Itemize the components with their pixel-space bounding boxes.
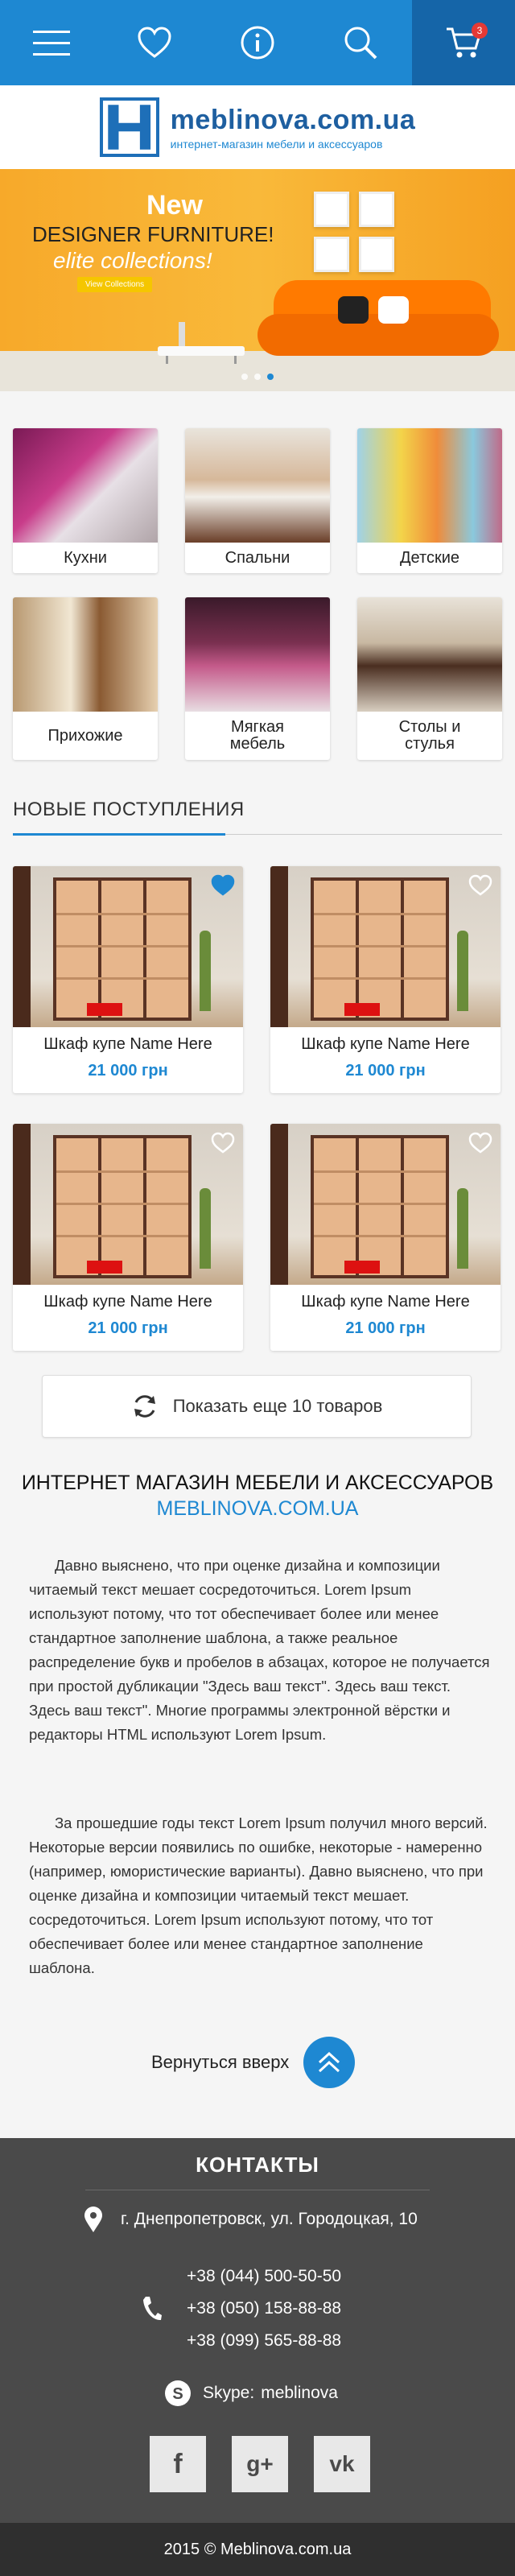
show-more-button[interactable]: Показать еще 10 товаров <box>42 1375 472 1438</box>
phone-number[interactable]: +38 (099) 565-88-88 <box>187 2325 341 2357</box>
carousel-dots <box>241 374 274 380</box>
section-divider-accent <box>13 833 225 836</box>
info-icon <box>241 26 274 60</box>
banner-title: DESIGNER FURNITURE! <box>32 222 274 246</box>
category-hallways[interactable]: Прихожие <box>13 597 158 760</box>
product-card[interactable]: Шкаф купе Name Here 21 000 грн <box>270 1124 501 1351</box>
about-paragraph: Давно выяснено, что при оценке дизайна и… <box>29 1557 490 1743</box>
about-site: MEBLINOVA.COM.UA <box>156 1497 359 1520</box>
footer-title: КОНТАКТЫ <box>196 2153 319 2177</box>
favorite-heart-icon[interactable] <box>468 874 492 897</box>
product-image <box>13 1124 243 1285</box>
wall-frame <box>314 237 349 272</box>
product-name[interactable]: Шкаф купе Name Here <box>13 1035 243 1054</box>
category-label: Кухни <box>64 548 107 567</box>
category-kitchens[interactable]: Кухни <box>13 428 158 573</box>
section-title: НОВЫЕ ПОСТУПЛЕНИЯ <box>13 799 245 820</box>
product-price: 21 000 грн <box>345 1319 426 1337</box>
product-name[interactable]: Шкаф купе Name Here <box>270 1035 501 1054</box>
favorites-button[interactable] <box>103 0 206 85</box>
about-title: ИНТЕРНЕТ МАГАЗИН МЕБЕЛИ И АКСЕССУАРОВ <box>21 1472 494 1494</box>
back-to-top[interactable]: Вернуться вверх <box>151 2037 356 2088</box>
carousel-dot[interactable] <box>241 374 248 380</box>
carousel-dot-active[interactable] <box>267 374 274 380</box>
product-image <box>13 866 243 1027</box>
hero-banner[interactable]: New DESIGNER FURNITURE! elite collection… <box>0 169 515 391</box>
skype-icon: S <box>165 2380 191 2406</box>
category-label: Прихожие <box>47 726 123 745</box>
top-bar: 3 <box>0 0 515 85</box>
category-image <box>357 597 502 712</box>
product-price: 21 000 грн <box>345 1062 426 1080</box>
product-price: 21 000 грн <box>88 1062 168 1080</box>
category-label: Мягкая мебель <box>229 718 286 753</box>
search-icon <box>344 27 377 60</box>
logo[interactable]: meblinova.com.ua интернет-магазин мебели… <box>0 85 515 169</box>
carousel-dot[interactable] <box>254 374 261 380</box>
heart-icon <box>138 27 171 58</box>
product-image <box>270 866 501 1027</box>
category-image <box>13 428 158 543</box>
product-name[interactable]: Шкаф купе Name Here <box>270 1293 501 1311</box>
location-pin-icon <box>84 2207 102 2232</box>
favorite-heart-icon[interactable] <box>468 1132 492 1154</box>
banner-new: New <box>146 190 203 221</box>
copyright: 2015 © Meblinova.com.ua <box>0 2523 515 2576</box>
product-name[interactable]: Шкаф купе Name Here <box>13 1293 243 1311</box>
category-label: Столы и стулья <box>398 718 461 753</box>
phone-icon <box>143 2297 162 2321</box>
back-to-top-label: Вернуться вверх <box>151 2052 290 2072</box>
address-text: г. Днепропетровск, ул. Городоцкая, 10 <box>121 2210 418 2228</box>
svg-text:S: S <box>172 2385 183 2403</box>
refresh-icon <box>134 1395 155 1418</box>
product-card[interactable]: Шкаф купе Name Here 21 000 грн <box>270 866 501 1093</box>
category-image <box>357 428 502 543</box>
category-image <box>185 597 330 712</box>
facebook-icon[interactable]: f <box>150 2436 206 2492</box>
banner-subtitle: elite collections! <box>53 248 212 273</box>
phone-number[interactable]: +38 (044) 500-50-50 <box>187 2260 341 2293</box>
wall-frame <box>359 192 394 227</box>
google-plus-icon[interactable]: g+ <box>232 2436 288 2492</box>
show-more-label: Показать еще 10 товаров <box>172 1396 383 1416</box>
footer-skype: S Skype: meblinova <box>164 2380 338 2407</box>
product-card[interactable]: Шкаф купе Name Here 21 000 грн <box>13 866 243 1093</box>
footer-phones: +38 (044) 500-50-50 +38 (050) 158-88-88 … <box>142 2260 341 2357</box>
vk-icon[interactable]: vk <box>314 2436 370 2492</box>
product-card[interactable]: Шкаф купе Name Here 21 000 грн <box>13 1124 243 1351</box>
cart-count-badge: 3 <box>472 23 488 39</box>
favorite-heart-icon[interactable] <box>211 1132 235 1154</box>
skype-handle[interactable]: meblinova <box>261 2384 338 2403</box>
back-to-top-button[interactable] <box>303 2037 356 2088</box>
category-label: Спальни <box>225 548 290 567</box>
footer-address: г. Днепропетровск, ул. Городоцкая, 10 <box>84 2206 418 2233</box>
logo-tagline: интернет-магазин мебели и аксессуаров <box>170 137 383 151</box>
view-collections-button[interactable]: View Collections <box>77 277 153 292</box>
category-soft-furniture[interactable]: Мягкая мебель <box>185 597 330 760</box>
wall-frame <box>359 237 394 272</box>
product-price: 21 000 грн <box>88 1319 168 1337</box>
chevron-up-icon <box>319 2051 340 2073</box>
about-paragraph: За прошедшие годы текст Lorem Ipsum полу… <box>29 1814 488 1976</box>
favorite-heart-icon[interactable] <box>211 874 235 897</box>
category-label: Детские <box>400 548 459 567</box>
search-button[interactable] <box>309 0 412 85</box>
category-bedrooms[interactable]: Спальни <box>185 428 330 573</box>
footer: КОНТАКТЫ г. Днепропетровск, ул. Городоцк… <box>0 2138 515 2523</box>
category-image <box>185 428 330 543</box>
category-image <box>13 597 158 712</box>
info-button[interactable] <box>206 0 309 85</box>
social-links: f g+ vk <box>150 2436 370 2492</box>
logo-mark-icon <box>99 97 159 157</box>
category-tables-chairs[interactable]: Столы и стулья <box>357 597 502 760</box>
phone-number[interactable]: +38 (050) 158-88-88 <box>187 2293 341 2325</box>
cart-button[interactable]: 3 <box>412 0 515 85</box>
logo-name: meblinova.com.ua <box>170 104 416 135</box>
menu-icon <box>33 31 70 56</box>
menu-button[interactable] <box>0 0 103 85</box>
wall-frame <box>314 192 349 227</box>
product-image <box>270 1124 501 1285</box>
skype-label: Skype: <box>203 2384 255 2402</box>
category-kids[interactable]: Детские <box>357 428 502 573</box>
